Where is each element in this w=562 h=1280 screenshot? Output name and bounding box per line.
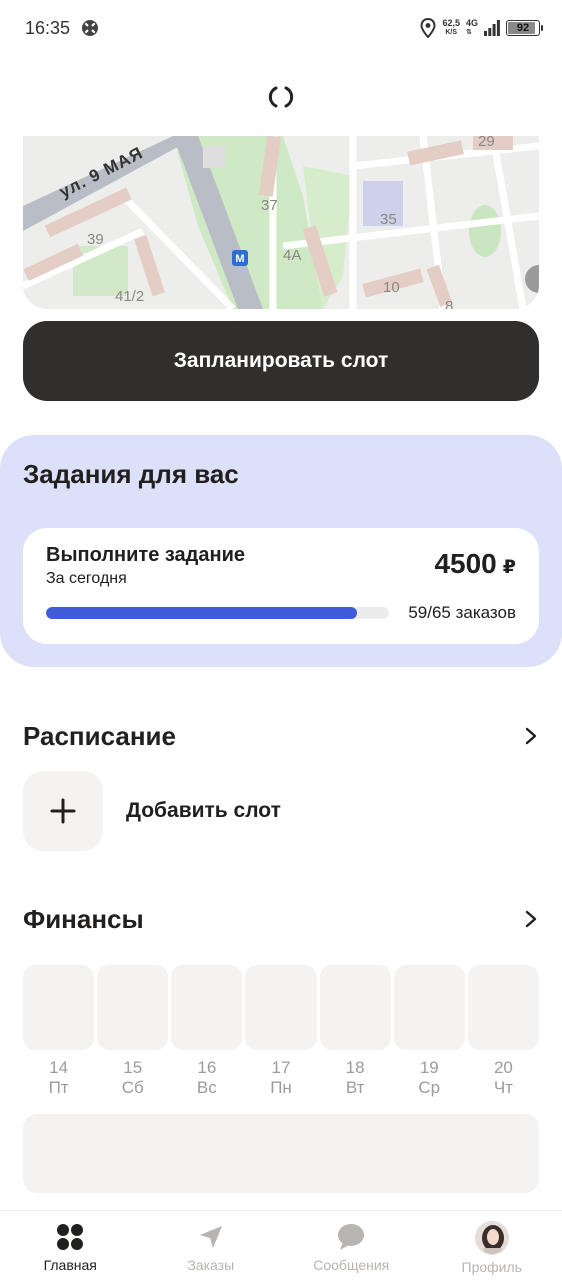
tab-messages[interactable]: Сообщения [281,1211,422,1280]
plan-slot-button[interactable]: Запланировать слот [23,321,539,401]
network-type-label: 4G [465,18,478,28]
tab-label: Сообщения [313,1257,390,1273]
plus-icon [50,798,76,824]
chevron-right-icon [525,910,537,928]
day-name: Ср [418,1078,441,1097]
map-house-number: 37 [261,197,278,214]
day-name: Вт [345,1078,365,1097]
map-house-number: 35 [380,211,397,228]
day-column[interactable]: 19 Ср [393,965,465,1098]
day-name: Вс [196,1078,217,1097]
tab-profile[interactable]: Профиль [422,1211,562,1280]
schedule-header[interactable]: Расписание [23,718,539,754]
day-number: 16 [197,1058,217,1077]
task-reward-amount: 4500 [434,548,497,579]
finance-days: 14 Пт 15 Сб 16 Вс 17 Пн 18 Вт 19 Ср 20 Ч… [23,965,539,1098]
day-number: 15 [123,1058,143,1077]
day-number: 14 [49,1058,69,1077]
day-earnings-bar [171,965,243,1050]
day-earnings-bar [467,965,539,1050]
day-earnings-bar [319,965,391,1050]
day-name: Пн [270,1078,292,1097]
do-not-disturb-icon [82,20,98,36]
day-column[interactable]: 18 Вт [319,965,391,1098]
loading-spinner-icon [268,86,294,108]
map-canvas: M ул. 9 МАЯ 293735394А41/2108 [23,136,539,309]
tasks-section: Задания для вас Выполните задание За сег… [0,435,562,667]
day-earnings-bar [23,965,95,1050]
grid-icon [54,1221,86,1253]
network-speed: 62,5 K/S [442,19,460,37]
add-slot-button[interactable]: Добавить слот [23,771,423,851]
signal-icon [484,20,500,36]
status-bar: 16:35 62,5 K/S 4G ⇅ 92 [0,0,562,56]
network-type: 4G ⇅ [465,18,478,37]
status-indicators: 62,5 K/S 4G ⇅ 92 [420,16,543,40]
currency-symbol: ₽ [502,557,516,578]
network-speed-value: 62,5 [442,18,460,28]
day-name: Чт [493,1078,513,1097]
chat-bubble-icon [335,1221,367,1253]
task-progress-bar [46,607,389,619]
day-number: 19 [419,1058,439,1077]
day-column[interactable]: 15 Сб [97,965,169,1098]
day-column[interactable]: 17 Пн [245,965,317,1098]
day-name: Сб [121,1078,144,1097]
day-number: 17 [271,1058,291,1077]
task-title: Выполните задание [46,544,245,566]
svg-text:M: M [235,253,244,265]
schedule-title: Расписание [23,720,176,751]
day-earnings-bar [245,965,317,1050]
day-earnings-bar [393,965,465,1050]
battery-icon: 92 [506,20,543,36]
map-house-number: 8 [445,298,453,309]
bottom-tab-bar: Главная Заказы Сообщения Профиль [0,1210,562,1280]
tab-label: Заказы [187,1257,235,1273]
finance-title: Финансы [23,903,144,934]
navigation-arrow-icon [195,1221,227,1253]
map-house-number: 10 [383,279,400,296]
task-subtitle: За сегодня [46,570,127,587]
map-house-number: 4А [283,247,301,264]
tab-label: Профиль [461,1259,522,1275]
day-column[interactable]: 14 Пт [23,965,95,1098]
tasks-title: Задания для вас [23,459,239,489]
tab-orders[interactable]: Заказы [141,1211,282,1280]
chevron-right-icon [525,727,537,745]
map-house-number: 29 [478,136,495,150]
day-number: 18 [345,1058,365,1077]
tab-label: Главная [43,1257,97,1273]
finance-header[interactable]: Финансы [23,901,539,937]
map-house-number: 41/2 [115,288,144,305]
location-icon [420,18,436,38]
day-earnings-bar [97,965,169,1050]
map-preview[interactable]: M ул. 9 МАЯ 29 37 35 39 4А 41/2 10 8 [23,136,539,309]
add-slot-label: Добавить слот [126,799,281,822]
day-number: 20 [493,1058,513,1077]
task-progress-fill [46,607,358,619]
day-column[interactable]: 20 Чт [467,965,539,1098]
tab-home[interactable]: Главная [0,1211,141,1280]
add-slot-tile[interactable] [23,771,103,851]
day-column[interactable]: 16 Вс [171,965,243,1098]
finance-summary-placeholder [23,1114,539,1193]
network-speed-unit: K/S [445,29,458,36]
battery-percent: 92 [516,22,530,34]
task-card[interactable]: Выполните задание За сегодня 4500 ₽ 59/6… [23,528,539,644]
task-progress-label: 59/65 заказов [408,603,516,622]
status-time: 16:35 [25,18,71,38]
map-house-number: 39 [87,231,104,248]
day-name: Пт [48,1078,69,1097]
task-reward: 4500 ₽ [434,548,516,580]
avatar [474,1221,509,1255]
